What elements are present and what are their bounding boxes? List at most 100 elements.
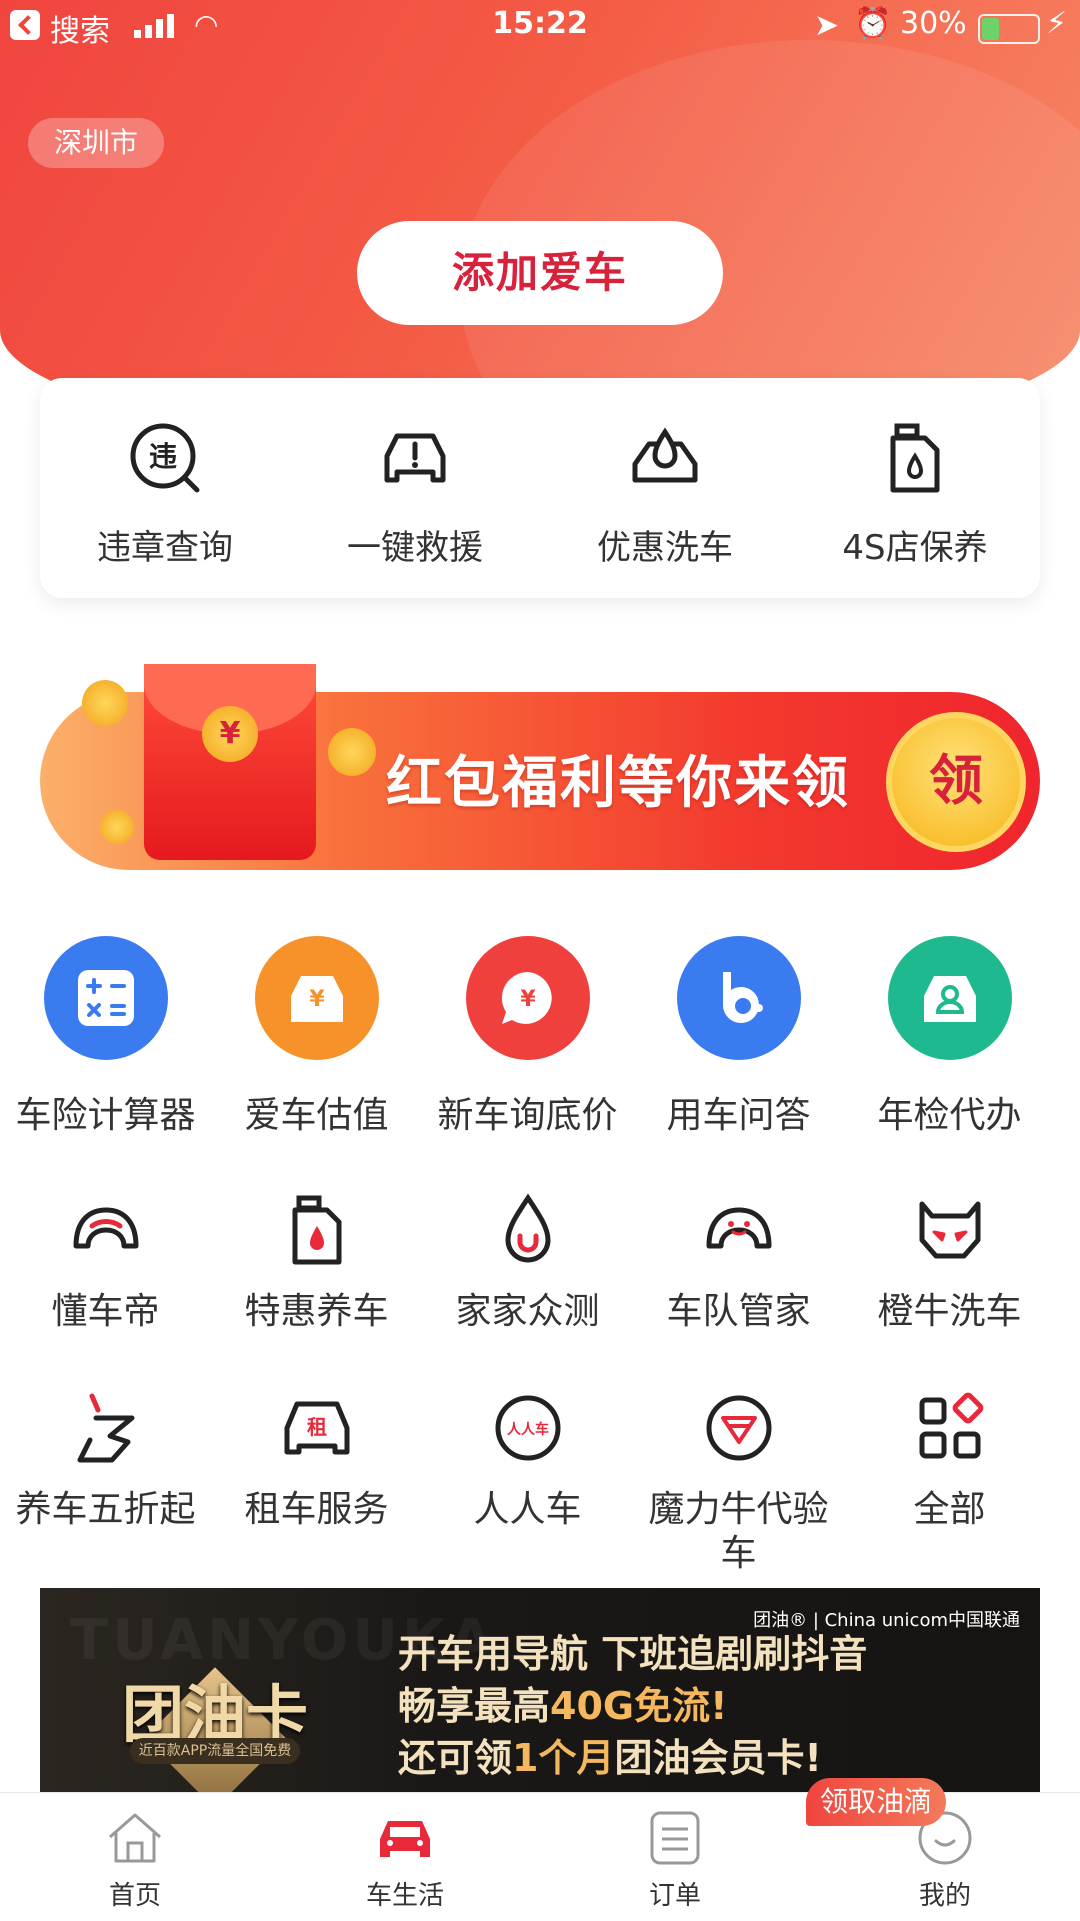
service-car-valuation[interactable]: ¥ 爱车估值 <box>211 936 422 1138</box>
renrenche-icon: 人人车 <box>495 1395 560 1461</box>
home-icon <box>109 1813 161 1863</box>
alarm-icon: ⏰ <box>854 6 892 41</box>
service-qa[interactable]: 用车问答 <box>633 936 844 1138</box>
coin-icon <box>100 810 134 844</box>
battery-percent: 30% <box>900 6 967 41</box>
car-value-icon: ¥ <box>254 936 379 1060</box>
charging-icon: ⚡ <box>1046 6 1068 41</box>
quick-item-rescue[interactable]: 一键救援 <box>290 378 540 598</box>
moliniu-icon <box>706 1395 771 1461</box>
service-moliniu-inspection[interactable]: 魔力牛代验车 <box>633 1388 844 1576</box>
tab-orders[interactable]: 订单 <box>540 1793 810 1921</box>
add-car-button[interactable]: 添加爱车 <box>357 221 723 325</box>
svg-text:¥: ¥ <box>309 987 325 1012</box>
quick-item-label: 优惠洗车 <box>597 528 733 568</box>
claim-oil-drops-badge[interactable]: 领取油滴 <box>806 1778 947 1826</box>
orders-icon <box>650 1811 700 1865</box>
red-envelope-icon: ¥ <box>144 664 316 860</box>
status-bar: 搜索 ◠ 15:22 ➤ ⏰ 30% ⚡ <box>0 0 1080 54</box>
service-special-maintenance[interactable]: 特惠养车 <box>211 1190 422 1334</box>
tuanyou-ad-banner[interactable]: TUANYOUKA 团油卡 近百款APP流量全国免费 开车用导航 下班追剧刷抖音… <box>40 1588 1040 1792</box>
service-dongchedi[interactable]: 懂车帝 <box>0 1190 211 1334</box>
service-label: 家家众测 <box>455 1291 600 1332</box>
services-row-1: 车险计算器 ¥ 爱车估值 ¥ 新车询底价 用车问答 年检代办 <box>0 936 1080 1138</box>
ad-line-1: 开车用导航 下班追剧刷抖音 <box>398 1632 868 1676</box>
coin-icon <box>328 728 376 776</box>
tab-label: 订单 <box>648 1881 701 1911</box>
svg-text:人人车: 人人车 <box>507 1421 549 1438</box>
ad-copy: 开车用导航 下班追剧刷抖音 畅享最高40G免流! 还可领1个月团油会员卡! <box>398 1628 867 1784</box>
quick-item-4s[interactable]: 4S店保养 <box>790 378 1040 598</box>
quick-services-card: 违 违章查询 一键救援 优惠洗车 4S店保养 <box>40 378 1040 598</box>
battery-icon <box>978 14 1040 44</box>
banner-text: 红包福利等你来领 <box>386 751 850 816</box>
city-selector[interactable]: 深圳市 <box>28 118 165 168</box>
services-row-2: 懂车帝 特惠养车 家家众测 车队管家 橙牛洗车 <box>0 1190 1080 1334</box>
fleet-icon <box>706 1207 771 1249</box>
service-label: 魔力牛代验车 <box>648 1489 829 1574</box>
service-new-car-price[interactable]: ¥ 新车询底价 <box>422 936 633 1138</box>
services-row-3: 养车五折起 租 租车服务 人人车 人人车 魔力牛代验车 全部 <box>0 1388 1080 1576</box>
tab-car-life[interactable]: 车生活 <box>270 1793 540 1921</box>
coin-icon <box>82 680 128 726</box>
service-annual-inspection[interactable]: 年检代办 <box>844 936 1055 1138</box>
service-half-price-maintenance[interactable]: 养车五折起 <box>0 1388 211 1576</box>
service-label: 橙牛洗车 <box>877 1291 1022 1332</box>
qa-icon <box>676 936 801 1060</box>
service-all[interactable]: 全部 <box>844 1388 1055 1576</box>
service-fleet-manager[interactable]: 车队管家 <box>633 1190 844 1334</box>
tab-label: 我的 <box>918 1881 971 1911</box>
service-label: 爱车估值 <box>244 1095 389 1136</box>
location-arrow-icon: ➤ <box>814 8 840 43</box>
service-label: 养车五折起 <box>15 1489 196 1530</box>
maintenance-icon <box>292 1195 341 1265</box>
quick-item-carwash[interactable]: 优惠洗车 <box>540 378 790 598</box>
discount-icon <box>77 1393 134 1463</box>
yuan-coin: ¥ <box>202 706 258 762</box>
tuanyou-logo: 团油卡 近百款APP流量全国免费 <box>120 1628 310 1792</box>
tab-label: 首页 <box>108 1881 161 1911</box>
calculator-icon <box>43 936 168 1060</box>
service-label: 用车问答 <box>666 1095 811 1136</box>
claim-button[interactable]: 领 <box>886 712 1026 852</box>
service-label: 特惠养车 <box>244 1291 389 1332</box>
car-wash-icon <box>632 427 698 483</box>
oil-can-icon <box>890 423 940 493</box>
ad-line-2: 畅享最高40G免流! <box>398 1684 728 1728</box>
car-life-icon <box>380 1821 430 1857</box>
quick-item-label: 一键救援 <box>347 528 483 568</box>
tab-home[interactable]: 首页 <box>0 1793 270 1921</box>
service-insurance-calculator[interactable]: 车险计算器 <box>0 936 211 1138</box>
service-label: 年检代办 <box>877 1095 1022 1136</box>
price-chat-icon: ¥ <box>465 936 590 1060</box>
ad-line-3: 还可领1个月团油会员卡! <box>398 1736 822 1780</box>
red-packet-banner[interactable]: ¥ 红包福利等你来领 领 <box>40 664 1040 870</box>
tab-label: 车生活 <box>365 1881 444 1911</box>
bull-wash-icon <box>919 1201 980 1259</box>
rescue-car-icon <box>384 433 446 483</box>
service-renrenche[interactable]: 人人车 人人车 <box>422 1388 633 1576</box>
service-label: 懂车帝 <box>51 1291 160 1332</box>
dongchedi-icon <box>73 1207 138 1249</box>
quick-item-label: 4S店保养 <box>842 528 988 568</box>
all-apps-icon <box>919 1392 983 1459</box>
violation-glyph: 违 <box>149 440 177 473</box>
service-label: 人人车 <box>473 1489 582 1530</box>
svg-text:租: 租 <box>307 1415 327 1439</box>
service-jiajia-test[interactable]: 家家众测 <box>422 1190 633 1334</box>
service-car-rental[interactable]: 租 租车服务 <box>211 1388 422 1576</box>
service-label: 租车服务 <box>244 1489 389 1530</box>
rental-icon: 租 <box>284 1401 349 1455</box>
inspection-icon <box>887 936 1012 1060</box>
quick-item-label: 违章查询 <box>97 528 233 568</box>
logo-subtitle: 近百款APP流量全国免费 <box>130 1738 300 1764</box>
drop-test-icon <box>504 1193 551 1263</box>
quick-item-violation[interactable]: 违 违章查询 <box>40 378 290 598</box>
svg-text:¥: ¥ <box>520 987 536 1012</box>
service-label: 车险计算器 <box>15 1095 196 1136</box>
service-orange-bull-wash[interactable]: 橙牛洗车 <box>844 1190 1055 1334</box>
ad-brand-logos: 团油® | China unicom中国联通 <box>753 1610 1020 1631</box>
service-label: 新车询底价 <box>437 1095 618 1136</box>
service-label: 车队管家 <box>666 1291 811 1332</box>
violation-query-icon: 违 <box>130 423 200 493</box>
